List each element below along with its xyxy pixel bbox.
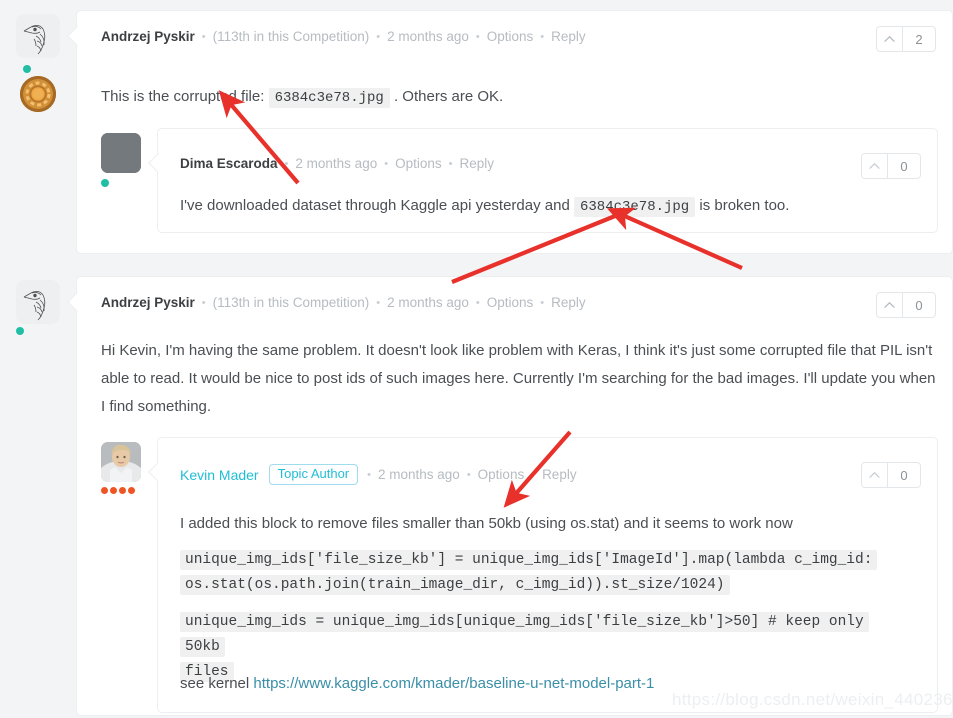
avatar-andrzej-pyskir-2[interactable] <box>16 280 60 324</box>
card-notch <box>148 153 168 173</box>
card-notch <box>148 462 168 482</box>
meta-separator: • <box>531 468 536 481</box>
vote-count: 0 <box>915 297 923 313</box>
meta-separator: • <box>201 296 206 309</box>
card-gap <box>76 254 953 268</box>
meta-separator: • <box>284 157 289 170</box>
reply-card-1: Dima Escaroda • 2 months ago • Options •… <box>148 128 938 233</box>
medal-dot <box>101 487 108 494</box>
reply-meta-2: Kevin Mader Topic Author • 2 months ago … <box>180 464 577 485</box>
medal-dot <box>128 487 135 494</box>
comment-body-2: Hi Kevin, I'm having the same problem. I… <box>101 342 936 415</box>
reply-body-1: I've downloaded dataset through Kaggle a… <box>180 192 789 221</box>
options-link[interactable]: Options <box>395 156 442 171</box>
upvote-button[interactable] <box>862 463 888 487</box>
vote-widget-2[interactable]: 0 <box>876 292 936 318</box>
meta-separator: • <box>384 157 389 170</box>
meta-separator: • <box>448 157 453 170</box>
topic-author-badge: Topic Author <box>268 464 359 485</box>
avatar-kevin-mader[interactable] <box>101 442 141 482</box>
medal-icon <box>20 76 56 112</box>
blank-gray-avatar <box>101 133 141 173</box>
upvote-button[interactable] <box>862 154 888 178</box>
bronze-medal-badge <box>20 76 56 112</box>
comment-author[interactable]: Andrzej Pyskir <box>101 295 195 310</box>
vote-widget-reply-1[interactable]: 0 <box>861 153 921 179</box>
meta-separator: • <box>466 468 471 481</box>
chevron-up-icon <box>884 301 895 308</box>
comment-timestamp: 2 months ago <box>387 295 469 310</box>
reply-card-2: Kevin Mader Topic Author • 2 months ago … <box>148 437 938 713</box>
comment-card-2: Andrzej Pyskir • (113th in this Competit… <box>67 276 953 716</box>
comment-card-1: Andrzej Pyskir • (113th in this Competit… <box>67 10 953 254</box>
code-line: os.stat(os.path.join(train_image_dir, c_… <box>180 575 730 595</box>
presence-indicator-online <box>16 327 24 335</box>
body-text-suffix: . Others are OK. <box>393 88 504 105</box>
vote-widget-reply-2[interactable]: 0 <box>861 462 921 488</box>
code-block-1: unique_img_ids['file_size_kb'] = unique_… <box>180 548 910 598</box>
comment-meta-1: Andrzej Pyskir • (113th in this Competit… <box>101 29 586 44</box>
avatar-rail <box>0 0 76 718</box>
medal-dot <box>119 487 126 494</box>
comment-feed: Andrzej Pyskir • (113th in this Competit… <box>67 0 953 718</box>
vote-count: 2 <box>915 31 923 47</box>
forum-thread-page: Andrzej Pyskir • (113th in this Competit… <box>0 0 953 718</box>
reply-link[interactable]: Reply <box>542 467 577 482</box>
reply-author[interactable]: Kevin Mader <box>180 467 259 483</box>
author-rank: (113th in this Competition) <box>212 29 370 44</box>
comment-author[interactable]: Andrzej Pyskir <box>101 29 195 44</box>
body-text-prefix: This is the corrupted file: <box>101 88 265 105</box>
reply-timestamp: 2 months ago <box>378 467 460 482</box>
author-rank: (113th in this Competition) <box>212 295 370 310</box>
presence-indicator-online <box>101 179 109 187</box>
reply-link[interactable]: Reply <box>551 29 586 44</box>
avatar-andrzej-pyskir-1[interactable] <box>16 14 60 58</box>
body-text-suffix: is broken too. <box>699 197 790 214</box>
reply-link[interactable]: Reply <box>551 295 586 310</box>
reply-author[interactable]: Dima Escaroda <box>180 156 278 171</box>
reply-timestamp: 2 months ago <box>295 156 378 171</box>
code-line: unique_img_ids = unique_img_ids[unique_i… <box>180 612 869 657</box>
options-link[interactable]: Options <box>487 29 534 44</box>
body-text-prefix: I've downloaded dataset through Kaggle a… <box>180 197 570 214</box>
upvote-button[interactable] <box>877 27 903 51</box>
bird-sketch-avatar <box>16 280 60 324</box>
inline-code-filename: 6384c3e78.jpg <box>573 197 696 217</box>
meta-separator: • <box>540 30 545 43</box>
kernel-link[interactable]: https://www.kaggle.com/kmader/baseline-u… <box>253 675 654 692</box>
presence-indicator-online <box>23 65 31 73</box>
comment-meta-2: Andrzej Pyskir • (113th in this Competit… <box>101 295 586 310</box>
meta-separator: • <box>475 296 480 309</box>
comment-body-1: This is the corrupted file: 6384c3e78.jp… <box>101 83 503 112</box>
chevron-up-icon <box>869 162 880 169</box>
reply-outro-text: see kernel https://www.kaggle.com/kmader… <box>180 670 654 698</box>
chevron-up-icon <box>884 35 895 42</box>
meta-separator: • <box>367 468 371 481</box>
reply-link[interactable]: Reply <box>459 156 494 171</box>
upvote-button[interactable] <box>877 293 903 317</box>
watermark: https://blog.csdn.net/weixin_44023658 <box>672 690 953 709</box>
outro-prefix: see kernel <box>180 675 250 692</box>
medal-dots-kevin-mader <box>101 487 135 494</box>
reply-intro-text: I added this block to remove files small… <box>180 515 793 532</box>
options-link[interactable]: Options <box>478 467 525 482</box>
code-line: unique_img_ids['file_size_kb'] = unique_… <box>180 550 878 570</box>
meta-separator: • <box>376 30 381 43</box>
comment-timestamp: 2 months ago <box>387 29 469 44</box>
bird-sketch-avatar <box>16 14 60 58</box>
person-photo-avatar <box>101 442 141 482</box>
meta-separator: • <box>475 30 480 43</box>
meta-separator: • <box>376 296 381 309</box>
medal-dot <box>110 487 117 494</box>
reply-meta-1: Dima Escaroda • 2 months ago • Options •… <box>180 156 494 171</box>
avatar-dima-escaroda[interactable] <box>101 133 141 173</box>
vote-count: 0 <box>900 467 908 483</box>
options-link[interactable]: Options <box>487 295 534 310</box>
vote-widget-1[interactable]: 2 <box>876 26 936 52</box>
meta-separator: • <box>201 30 206 43</box>
vote-count: 0 <box>900 158 908 174</box>
chevron-up-icon <box>869 471 880 478</box>
meta-separator: • <box>540 296 545 309</box>
inline-code-filename: 6384c3e78.jpg <box>268 88 390 108</box>
